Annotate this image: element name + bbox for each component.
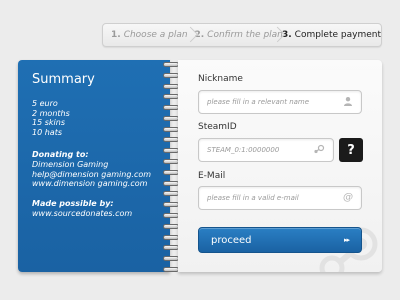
donating-name: Dimension Gaming	[32, 160, 109, 169]
spiral-ring	[163, 72, 179, 78]
email-input[interactable]	[207, 194, 337, 202]
spiral-ring	[163, 212, 179, 218]
summary-item: 5 euro	[32, 99, 58, 108]
donating-website: www.dimension gaming.com	[32, 179, 148, 188]
spiral-ring	[163, 126, 179, 132]
step-label: Complete payment	[294, 30, 381, 40]
step-label: Choose a plan	[123, 30, 188, 40]
made-possible-heading: Made possible by:	[32, 198, 114, 208]
spiral-ring	[163, 256, 179, 262]
spiral-ring	[163, 137, 179, 143]
spiral-ring	[163, 159, 179, 165]
at-sign-icon: @	[343, 192, 353, 203]
step-confirm-plan[interactable]: 2. Confirm the plan	[188, 30, 282, 40]
nickname-label: Nickname	[198, 74, 243, 84]
spiral-ring	[163, 105, 179, 111]
donating-heading: Donating to:	[32, 150, 89, 159]
nickname-field[interactable]	[198, 90, 362, 114]
nickname-input[interactable]	[207, 98, 337, 106]
spiral-ring	[163, 62, 179, 67]
step-complete-payment: 3. Complete payment	[276, 30, 381, 40]
double-chevron-icon: ▸▸	[343, 236, 350, 244]
steam-icon	[313, 144, 325, 157]
step-choose-plan[interactable]: 1. Choose a plan	[103, 30, 188, 40]
spiral-ring	[163, 83, 179, 89]
spiral-ring	[163, 169, 179, 175]
summary-title: Summary	[32, 72, 95, 87]
email-label: E-Mail	[198, 171, 226, 181]
spiral-ring	[163, 191, 179, 197]
payment-form-card: Nickname SteamID ? E-Mail @ proceed ▸▸	[178, 60, 382, 272]
spiral-ring	[163, 202, 179, 208]
spiral-ring	[163, 223, 179, 229]
summary-item: 2 months	[32, 108, 70, 118]
steamid-label: SteamID	[198, 122, 237, 132]
breadcrumb-separator	[187, 24, 188, 46]
steamid-field[interactable]	[198, 138, 334, 162]
spiral-ring	[163, 94, 179, 100]
spiral-ring	[163, 180, 179, 186]
progress-breadcrumb: 1. Choose a plan 2. Confirm the plan 3. …	[102, 23, 382, 47]
made-possible-link[interactable]: www.sourcedonates.com	[32, 209, 170, 219]
proceed-button[interactable]: proceed ▸▸	[198, 227, 362, 253]
user-icon	[343, 96, 353, 109]
summary-panel: Summary 5 euro 2 months 15 skins 10 hats…	[18, 60, 170, 272]
spiral-ring	[163, 245, 179, 251]
donating-email: help@dimension gaming.com	[32, 169, 152, 179]
steamid-input[interactable]	[207, 146, 307, 154]
spiral-ring	[163, 234, 179, 240]
email-field[interactable]: @	[198, 186, 362, 210]
spiral-ring	[163, 115, 179, 121]
proceed-label: proceed	[211, 234, 252, 246]
step-number: 1.	[111, 30, 121, 40]
summary-item: 15 skins	[32, 118, 65, 127]
spiral-ring	[163, 148, 179, 154]
breadcrumb-separator	[274, 24, 275, 46]
spiral-ring	[163, 266, 179, 272]
spiral-binding	[163, 62, 179, 272]
summary-item: 10 hats	[32, 127, 62, 137]
steamid-help-button[interactable]: ?	[339, 138, 363, 162]
